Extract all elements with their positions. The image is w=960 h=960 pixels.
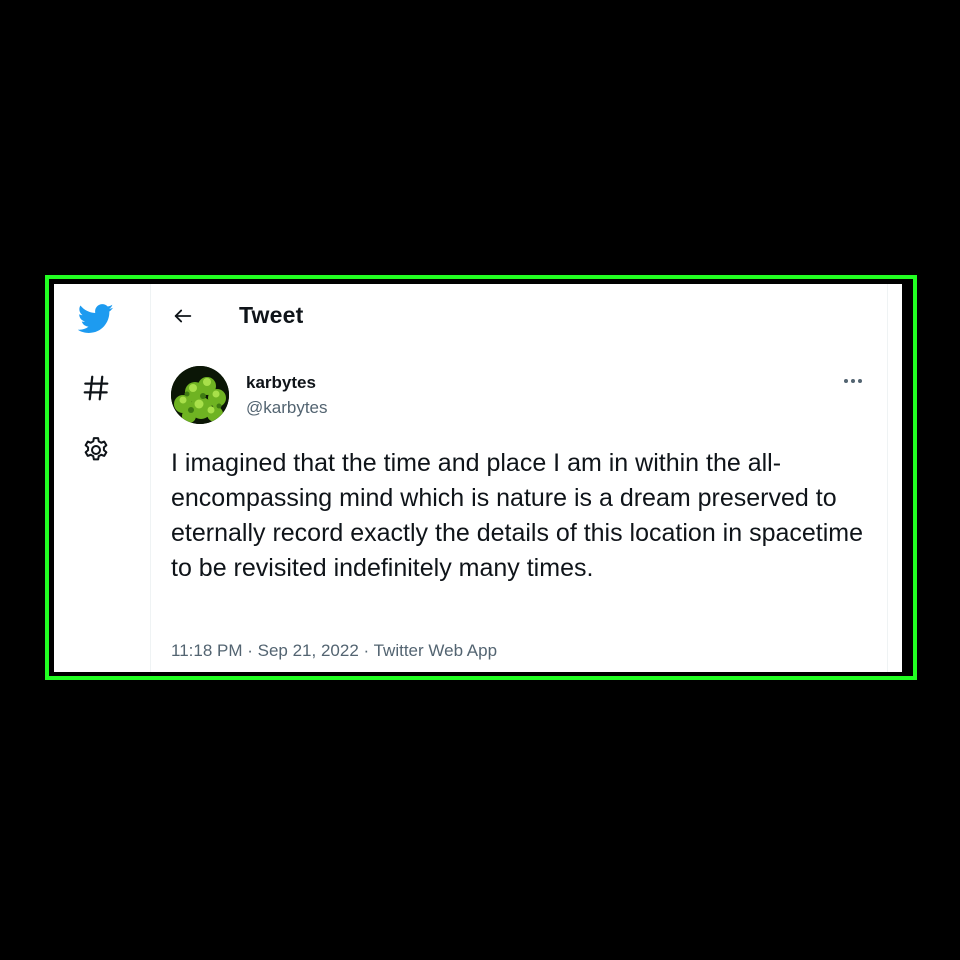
explore-link[interactable] <box>74 366 118 410</box>
tweet-page-panel: Tweet karbytes @karbytes I imagined that… <box>54 284 902 672</box>
tweet-text: I imagined that the time and place I am … <box>171 449 864 582</box>
tweet-time[interactable]: 11:18 PM <box>171 641 243 660</box>
author-avatar[interactable] <box>171 366 229 424</box>
tweet-metadata: 11:18 PM · Sep 21, 2022 · Twitter Web Ap… <box>171 641 497 661</box>
twitter-bird-icon <box>78 304 114 333</box>
tweet-date[interactable]: Sep 21, 2022 <box>258 641 359 660</box>
hashtag-explore-icon <box>83 375 109 401</box>
settings-link[interactable] <box>74 428 118 472</box>
author-handle[interactable]: @karbytes <box>246 398 328 418</box>
twitter-home-link[interactable] <box>74 297 118 341</box>
back-button[interactable] <box>165 298 201 334</box>
settings-gear-icon <box>84 437 108 461</box>
meta-separator: · <box>358 641 374 660</box>
green-moss-avatar <box>171 366 229 424</box>
sidebar-nav <box>54 284 151 672</box>
tweet-header: Tweet <box>151 284 887 344</box>
screenshot-stage: Tweet karbytes @karbytes I imagined that… <box>0 0 960 960</box>
highlight-frame: Tweet karbytes @karbytes I imagined that… <box>45 275 917 680</box>
more-options-icon <box>844 379 862 383</box>
author-display-name[interactable]: karbytes <box>246 373 316 393</box>
tweet-column: Tweet karbytes @karbytes I imagined that… <box>151 284 887 672</box>
tweet-source[interactable]: Twitter Web App <box>374 641 497 660</box>
page-title: Tweet <box>239 302 304 328</box>
right-scroll-gutter <box>887 284 902 672</box>
back-arrow-icon <box>174 309 192 323</box>
meta-separator: · <box>242 641 258 660</box>
more-options-button[interactable] <box>839 370 867 392</box>
